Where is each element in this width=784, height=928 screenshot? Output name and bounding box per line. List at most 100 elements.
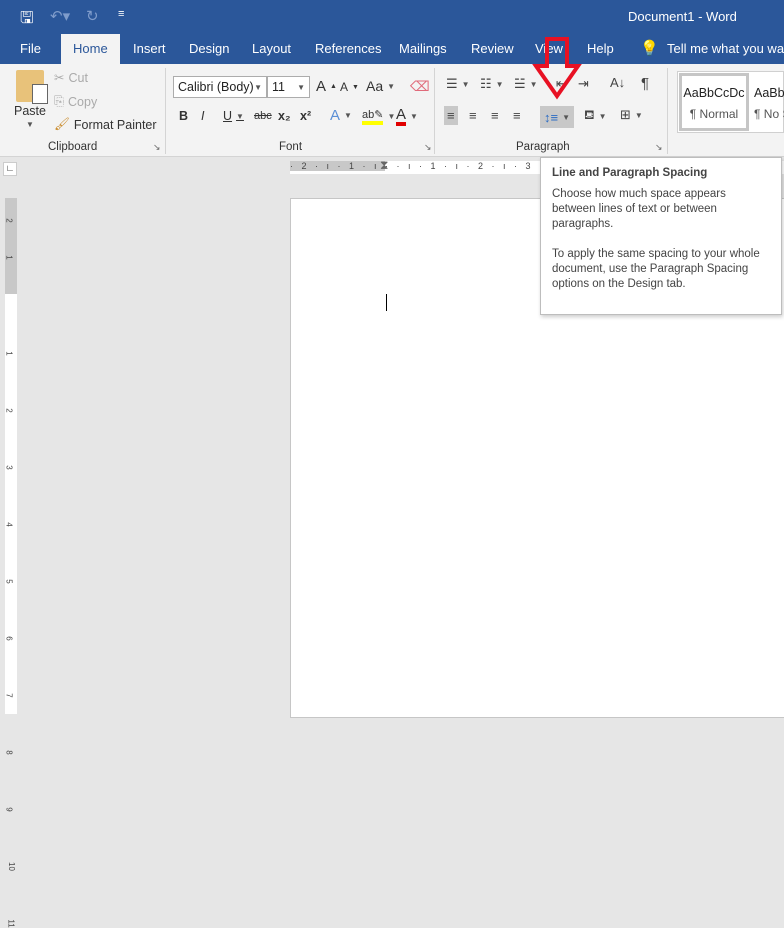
- font-size-value: 11: [272, 80, 285, 94]
- superscript-button[interactable]: x²: [300, 109, 311, 123]
- vertical-ruler[interactable]: 2 1 1 2 3 4 5 6 7 8 9 10 11: [4, 198, 17, 928]
- tooltip: Line and Paragraph Spacing Choose how mu…: [540, 157, 782, 315]
- change-case-label: Aa: [366, 78, 384, 94]
- numbering-icon: ☷: [480, 76, 492, 91]
- styles-gallery: AaBbCcDc ¶ Normal AaBb ¶ No S: [677, 71, 784, 133]
- align-right-icon[interactable]: ≡: [491, 108, 499, 123]
- chevron-down-icon: ▼: [236, 111, 244, 121]
- save-icon[interactable]: 🖫: [20, 7, 34, 34]
- paste-icon: [15, 70, 48, 104]
- font-launcher-icon[interactable]: ↘: [424, 142, 432, 153]
- font-size-select[interactable]: 11 ▼: [267, 76, 310, 98]
- paintbrush-icon: 🖌: [54, 117, 70, 131]
- ruler-ticks: · 2 · ı · 1 · ı · · ı · 1 · ı · 2 · ı · …: [290, 161, 784, 171]
- copy-button[interactable]: ⎘ Copy: [54, 94, 97, 109]
- tab-mailings[interactable]: Mailings: [399, 41, 447, 56]
- ruler-label: 8: [4, 750, 14, 755]
- paint-bucket-icon: ⛾: [584, 107, 595, 122]
- paste-button[interactable]: Paste ▼: [14, 70, 48, 129]
- clipboard-launcher-icon[interactable]: ↘: [153, 142, 161, 153]
- shrink-font-icon[interactable]: A ▼: [340, 80, 359, 94]
- ruler-label: 10: [6, 862, 16, 871]
- chevron-down-icon: ▼: [297, 82, 305, 92]
- tooltip-title: Line and Paragraph Spacing: [552, 167, 708, 179]
- copy-label: Copy: [68, 94, 98, 109]
- line-spacing-icon: ↕≡: [544, 109, 559, 125]
- divider: [165, 68, 166, 154]
- change-case-button[interactable]: Aa ▼: [366, 78, 395, 94]
- strikethrough-button[interactable]: abc: [254, 110, 272, 122]
- tab-file[interactable]: File: [20, 41, 41, 56]
- bullets-button[interactable]: ☰ ▼: [446, 76, 470, 92]
- line-spacing-button[interactable]: ↕≡ ▼: [540, 106, 575, 128]
- tab-insert[interactable]: Insert: [133, 41, 166, 56]
- ruler-label: 1: [4, 255, 14, 260]
- ruler-label: 9: [4, 807, 14, 812]
- window-title: Document1 - Word: [628, 9, 737, 24]
- tab-home[interactable]: Home: [61, 34, 120, 64]
- tab-references[interactable]: References: [315, 41, 381, 56]
- bullets-icon: ☰: [446, 76, 458, 91]
- chevron-down-icon: ▼: [410, 112, 418, 121]
- highlight-button[interactable]: ab✎ ▼: [362, 108, 395, 125]
- tell-me-input[interactable]: Tell me what you want: [667, 41, 784, 56]
- cut-label: Cut: [68, 70, 88, 85]
- shading-button[interactable]: ⛾ ▼: [584, 107, 607, 125]
- ribbon: Paste ▼ ✂ Cut ⎘ Copy 🖌 Format Painter Clipb…: [0, 64, 784, 157]
- numbering-button[interactable]: ☷ ▼: [480, 76, 504, 92]
- chevron-down-icon: ▼: [387, 112, 396, 121]
- paragraph-group-label: Paragraph: [516, 141, 570, 153]
- tab-design[interactable]: Design: [189, 41, 229, 56]
- sort-icon[interactable]: A↓: [610, 75, 625, 90]
- text-effects-button[interactable]: A ▼: [330, 107, 352, 124]
- indent-marker-icon[interactable]: ⧗: [380, 158, 388, 173]
- style-normal[interactable]: AaBbCcDc ¶ Normal: [679, 73, 749, 131]
- align-left-icon[interactable]: ≡: [444, 106, 458, 125]
- clear-formatting-icon[interactable]: ⌫: [410, 78, 430, 95]
- style-no-spacing[interactable]: AaBb ¶ No S: [754, 76, 784, 128]
- ruler-label: 4: [4, 522, 14, 527]
- subscript-button[interactable]: x₂: [278, 109, 291, 123]
- align-center-icon[interactable]: ≡: [469, 108, 477, 123]
- text-cursor: [386, 294, 387, 311]
- divider: [434, 68, 435, 154]
- show-formatting-button[interactable]: ¶: [641, 75, 649, 92]
- underline-button[interactable]: U ▼: [223, 109, 244, 123]
- paste-label: Paste: [14, 104, 46, 118]
- ruler-label: 3: [4, 465, 14, 470]
- ruler-label: 11: [6, 919, 16, 928]
- customize-qat-icon[interactable]: ≡: [118, 8, 124, 20]
- font-color-label: A: [396, 107, 407, 126]
- grow-font-icon[interactable]: A ▲: [316, 78, 337, 95]
- bold-button[interactable]: B: [179, 109, 188, 123]
- tab-review[interactable]: Review: [471, 41, 514, 56]
- divider: [667, 68, 668, 154]
- chevron-down-icon: ▼: [562, 112, 571, 122]
- font-color-button[interactable]: A ▼: [396, 107, 418, 126]
- redo-icon[interactable]: ↻: [86, 7, 99, 25]
- tab-help[interactable]: Help: [587, 41, 614, 56]
- tab-layout[interactable]: Layout: [252, 41, 291, 56]
- lightbulb-icon: 💡: [640, 40, 659, 57]
- text-effects-label: A: [330, 107, 341, 124]
- format-painter-button[interactable]: 🖌 Format Painter: [54, 117, 157, 132]
- highlighter-icon: ab✎: [362, 108, 384, 125]
- paragraph-launcher-icon[interactable]: ↘: [655, 142, 663, 153]
- ruler-label: 7: [4, 693, 14, 698]
- font-name-select[interactable]: Calibri (Body) ▼: [173, 76, 267, 98]
- tooltip-description-2: To apply the same spacing to your whole …: [552, 248, 760, 290]
- borders-button[interactable]: ⊞ ▼: [620, 107, 643, 123]
- ruler-label: 2: [4, 218, 14, 223]
- undo-icon[interactable]: ↶▾: [50, 7, 70, 25]
- ruler-label: 2: [4, 408, 14, 413]
- tab-selector[interactable]: ∟: [3, 162, 17, 176]
- ribbon-tabs: File Home Insert Design Layout Reference…: [0, 34, 784, 64]
- italic-button[interactable]: I: [201, 109, 204, 123]
- chevron-down-icon: ▼: [634, 110, 643, 120]
- chevron-down-icon: ▼: [461, 79, 470, 89]
- chevron-down-icon: ▼: [387, 81, 396, 91]
- chevron-down-icon: ▼: [495, 79, 504, 89]
- justify-icon[interactable]: ≡: [513, 108, 521, 123]
- tooltip-description: Choose how much space appears between li…: [552, 188, 726, 230]
- cut-button[interactable]: ✂ Cut: [54, 70, 88, 86]
